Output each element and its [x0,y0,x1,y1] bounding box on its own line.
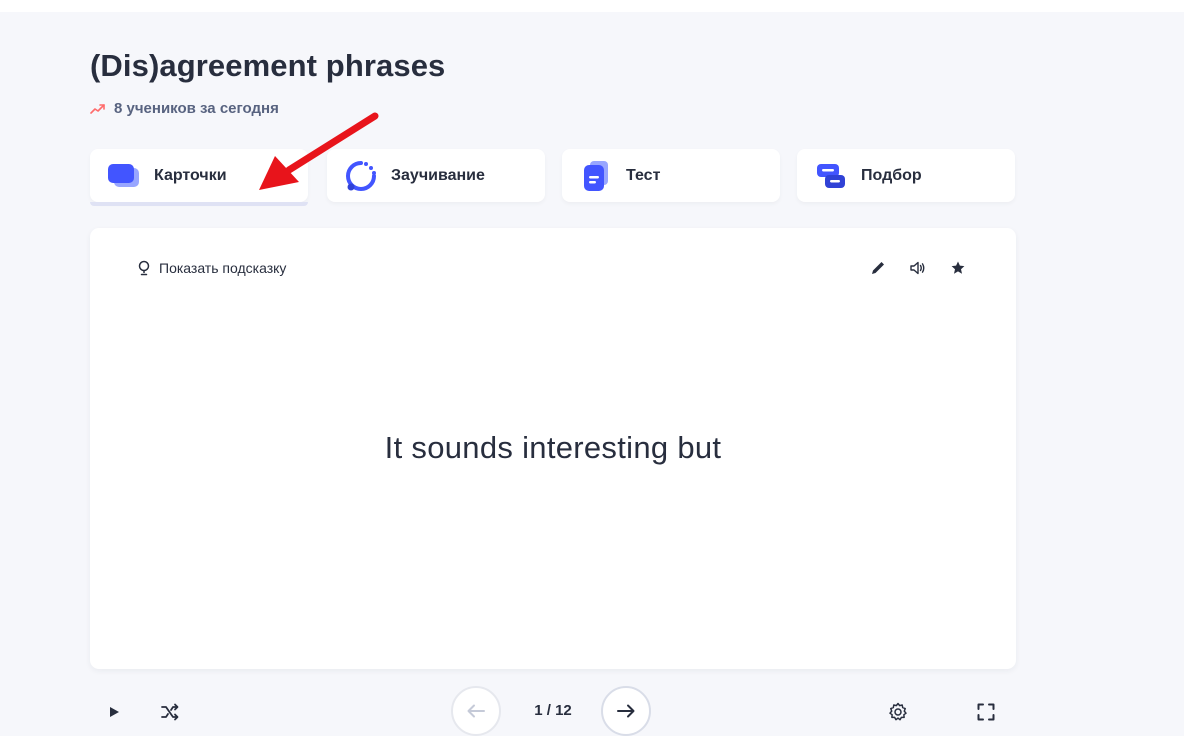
play-icon[interactable] [104,702,124,722]
star-icon[interactable] [948,258,968,278]
test-icon [576,156,616,196]
mode-label-cards: Карточки [154,166,227,184]
flashcard-set-page: (Dis)agreement phrases 8 учеников за сег… [0,12,1184,736]
card-controls: 1 / 12 [90,680,1016,736]
trend-up-icon [90,103,105,114]
flashcard[interactable]: Показать подсказку It sounds interesting… [90,228,1016,669]
show-hint-button[interactable]: Показать подсказку [138,260,286,276]
audio-icon[interactable] [908,258,928,278]
mode-label-test: Тест [626,166,661,184]
edit-icon[interactable] [868,258,888,278]
set-title: (Dis)agreement phrases [90,48,446,83]
study-stats: 8 учеников за сегодня [90,100,279,117]
mode-button-cards[interactable]: Карточки [90,149,308,206]
fullscreen-icon[interactable] [974,700,998,724]
card-counter: 1 / 12 [534,702,572,719]
arrow-right-icon [617,704,635,718]
study-stats-text: 8 учеников за сегодня [114,100,279,117]
mode-label-learn: Заучивание [391,166,485,184]
arrow-left-icon [467,704,485,718]
mode-button-learn[interactable]: Заучивание [327,149,545,202]
top-bar [0,0,1184,12]
cards-icon [104,156,144,196]
card-term: It sounds interesting but [384,430,722,465]
previous-card-button[interactable] [451,686,501,736]
shuffle-icon[interactable] [158,700,182,724]
match-icon [811,156,851,196]
mode-label-match: Подбор [861,166,922,184]
mode-button-match[interactable]: Подбор [797,149,1015,202]
settings-gear-icon[interactable] [886,700,910,724]
learn-icon [341,156,381,196]
next-card-button[interactable] [601,686,651,736]
card-actions [868,258,968,278]
lightbulb-icon [138,260,150,276]
show-hint-label: Показать подсказку [159,260,287,276]
mode-button-test[interactable]: Тест [562,149,780,202]
